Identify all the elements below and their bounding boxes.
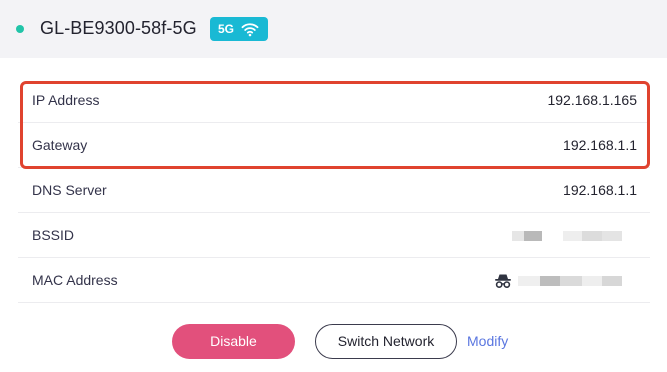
bssid-redacted-value — [508, 213, 638, 258]
network-name: GL-BE9300-58f-5G — [40, 18, 197, 38]
mac-address-label: MAC Address — [32, 272, 118, 288]
dns-server-row: DNS Server 192.168.1.1 — [18, 168, 650, 213]
ip-address-label: IP Address — [32, 92, 100, 108]
switch-network-button[interactable]: Switch Network — [315, 324, 457, 359]
incognito-icon — [495, 274, 511, 288]
band-badge: 5G — [210, 17, 268, 41]
bssid-label: BSSID — [32, 227, 75, 243]
ip-address-row: IP Address 192.168.1.165 — [18, 78, 650, 123]
connected-status-dot — [16, 25, 24, 33]
gateway-value: 192.168.1.1 — [563, 137, 637, 153]
disable-button[interactable]: Disable — [172, 324, 295, 359]
bssid-row: BSSID — [18, 213, 650, 258]
dns-server-label: DNS Server — [32, 182, 107, 198]
connection-details: IP Address 192.168.1.165 Gateway 192.168… — [18, 78, 650, 303]
band-label: 5G — [218, 22, 235, 36]
wifi-icon — [241, 23, 259, 37]
gateway-label: Gateway — [32, 137, 88, 153]
mac-address-row: MAC Address — [18, 258, 650, 303]
network-header: GL-BE9300-58f-5G 5G — [0, 0, 667, 58]
ip-address-value: 192.168.1.165 — [547, 92, 637, 108]
dns-server-value: 192.168.1.1 — [563, 182, 637, 198]
gateway-row: Gateway 192.168.1.1 — [18, 123, 650, 168]
modify-link[interactable]: Modify — [467, 324, 508, 359]
mac-address-redacted-value — [516, 258, 636, 303]
